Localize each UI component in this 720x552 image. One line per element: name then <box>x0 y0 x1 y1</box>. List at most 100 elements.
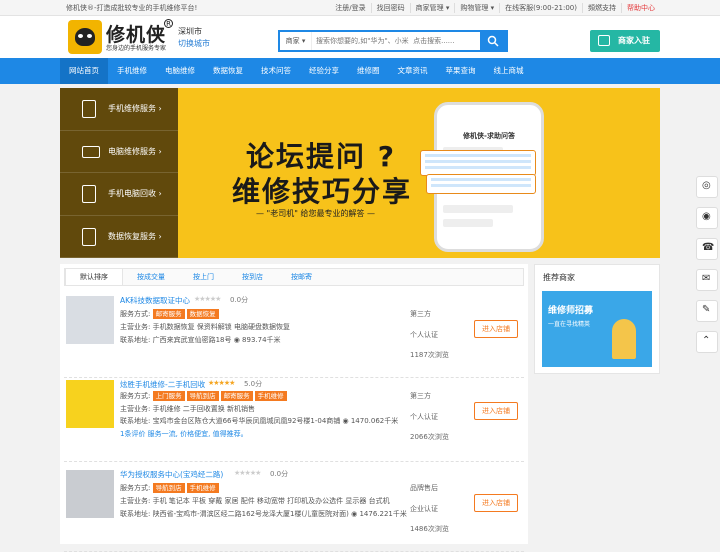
rating-stars: ★★★★★ <box>194 295 221 303</box>
service-row: 服务方式: 导航到店 手机维修 <box>120 483 221 493</box>
nav-apple-query[interactable]: 苹果查询 <box>437 58 485 84</box>
shop-name[interactable]: 炫胜手机维修-二手机回收 <box>120 379 205 390</box>
chat-bubble <box>426 174 536 194</box>
service-tag: 邮寄服务 <box>152 309 185 319</box>
phone-icon[interactable]: ☎ <box>696 238 718 260</box>
recruit-card[interactable]: 维修师招募 一直在寻找精英 <box>542 291 652 367</box>
address-row: 联系地址: 陕西省-宝鸡市-渭滨区经二路162号龙泽大厦1楼(儿童医院对面) ◉… <box>120 510 407 518</box>
worker-illustration <box>612 319 636 359</box>
current-city: 深圳市 <box>178 27 202 36</box>
join-label: 商家入驻 <box>618 36 650 45</box>
address-row: 联系地址: 宝鸡市金台区陈仓大道66号华辰凤凰城凤凰92号楼1-04商铺 ◉ 1… <box>120 417 399 425</box>
nav-articles[interactable]: 文章资讯 <box>389 58 437 84</box>
shop-item: 炫胜手机维修-二手机回收 ★★★★★ 5.0分 服务方式: 上门服务 导航到店 邮寄… <box>64 374 524 462</box>
qq-icon[interactable]: ◉ <box>696 207 718 229</box>
search-bar: 商家 ▾ <box>278 30 508 52</box>
login-link[interactable]: 注册/登录 <box>330 3 370 13</box>
service-tag: 邮寄服务 <box>220 391 253 401</box>
menu-label: 电脑维修服务 › <box>108 146 162 156</box>
laptop-icon <box>82 145 100 158</box>
service-tag: 数据恢复 <box>186 309 219 319</box>
welcome-text: 修机侠®-打造成批较专业的手机维修平台! <box>66 4 198 12</box>
merchant-menu[interactable]: 商家管理 ▾ <box>409 3 455 13</box>
menu-phone-repair[interactable]: 手机维修服务 › <box>60 88 178 131</box>
banner[interactable]: 手机维修服务 › 电脑维修服务 › 手机电脑回收 › 数据恢复服务 › 论坛提问… <box>60 88 660 258</box>
shop-thumbnail[interactable] <box>66 470 114 518</box>
tab-by-store[interactable]: 按到店 <box>228 269 277 285</box>
shopping-menu[interactable]: 购物管理 ▾ <box>454 3 499 13</box>
service-tag: 导航到店 <box>152 483 185 493</box>
chat-bubble <box>420 150 536 176</box>
service-tag: 手机维修 <box>186 483 219 493</box>
menu-recycle[interactable]: 手机电脑回收 › <box>60 173 178 216</box>
document-icon <box>82 227 96 246</box>
business-row: 主营业务: 手机数据恢复 保资料解锁 电脑硬盘数据恢复 <box>120 323 291 331</box>
shop-item: AK科技数据取证中心 ★★★★★ 0.0分 服务方式: 邮寄服务 数据恢复 主营业… <box>64 290 524 378</box>
phone-icon <box>82 100 96 118</box>
search-button[interactable] <box>480 32 506 50</box>
back-to-top-icon[interactable]: ⌃ <box>696 331 718 353</box>
chat-icon[interactable]: ✉ <box>696 269 718 291</box>
banner-headline-1: 论坛提问 ? <box>246 140 396 173</box>
rating-score: 5.0分 <box>244 380 263 388</box>
service-tag: 上门服务 <box>152 391 185 401</box>
nav-repair-circle[interactable]: 维修圈 <box>348 58 389 84</box>
edit-icon[interactable]: ✎ <box>696 300 718 322</box>
shop-type: 品牌售后 <box>410 484 438 492</box>
logo-icon[interactable] <box>68 20 102 54</box>
online-service-link[interactable]: 在线客服(9:00-21:00) <box>499 3 582 13</box>
review-row[interactable]: 1条评价 服务一流, 价格便宜, 值得推荐。 <box>120 429 248 439</box>
shop-thumbnail[interactable] <box>66 380 114 428</box>
merchant-join-button[interactable]: 商家入驻 <box>590 30 660 52</box>
wechat-icon[interactable]: ◎ <box>696 176 718 198</box>
nav-qa[interactable]: 技术问答 <box>252 58 300 84</box>
enter-shop-button[interactable]: 进入店铺 <box>474 402 518 420</box>
nav-home[interactable]: 网站首页 <box>60 58 108 84</box>
shop-list-panel: 默认排序 按成交量 按上门 按到店 按邮寄 AK科技数据取证中心 ★★★★★ 0… <box>60 264 528 552</box>
nav-online-mall[interactable]: 线上商城 <box>485 58 533 84</box>
rating-stars: ★★★★★ <box>234 469 261 477</box>
shop-name[interactable]: AK科技数据取证中心 <box>120 295 190 306</box>
switch-city-link[interactable]: 切换城市 <box>178 38 210 49</box>
help-center-link[interactable]: 帮助中心 <box>621 3 660 13</box>
top-bar: 修机侠®-打造成批较专业的手机维修平台! 注册/登录 找回密码 商家管理 ▾ 购… <box>0 0 720 16</box>
rating-score: 0.0分 <box>270 470 289 478</box>
certification: 企业认证 <box>410 505 438 513</box>
float-toolbar: ◎ ◉ ☎ ✉ ✎ ⌃ <box>696 176 720 362</box>
menu-label: 手机电脑回收 › <box>108 189 162 198</box>
support-link[interactable]: 頻燃支持 <box>582 3 621 13</box>
find-password-link[interactable]: 找回密码 <box>370 3 410 13</box>
service-menu: 手机维修服务 › 电脑维修服务 › 手机电脑回收 › 数据恢复服务 › <box>60 88 178 258</box>
search-type-select[interactable]: 商家 ▾ <box>280 32 312 50</box>
nav-data-recovery[interactable]: 数据恢复 <box>204 58 252 84</box>
phone-screen-title: 修机侠-求助问答 <box>463 132 515 140</box>
logo-slogan: 您身边的手机服务专家 <box>106 45 167 52</box>
card-title: 维修师招募 <box>548 306 594 316</box>
service-row: 服务方式: 上门服务 导航到店 邮寄服务 手机维修 <box>120 391 289 401</box>
view-count: 1486次浏览 <box>410 525 449 533</box>
card-subtitle: 一直在寻找精英 <box>548 321 591 328</box>
service-label: 服务方式: <box>120 310 151 318</box>
service-tag: 手机维修 <box>254 391 287 401</box>
tab-by-visit[interactable]: 按上门 <box>179 269 228 285</box>
enter-shop-button[interactable]: 进入店铺 <box>474 494 518 512</box>
certification: 个人认证 <box>410 413 438 421</box>
shop-thumbnail[interactable] <box>66 296 114 344</box>
tab-by-mail[interactable]: 按邮寄 <box>277 269 326 285</box>
tab-by-volume[interactable]: 按成交量 <box>123 269 179 285</box>
service-row: 服务方式: 邮寄服务 数据恢复 <box>120 309 221 319</box>
menu-data-recovery[interactable]: 数据恢复服务 › <box>60 216 178 258</box>
business-row: 主营业务: 手机维修 二手回收置换 新机销售 <box>120 405 256 413</box>
menu-pc-repair[interactable]: 电脑维修服务 › <box>60 131 178 173</box>
nav-pc-repair[interactable]: 电脑维修 <box>156 58 204 84</box>
menu-label: 数据恢复服务 › <box>108 231 162 241</box>
nav-experience[interactable]: 经验分享 <box>300 58 348 84</box>
enter-shop-button[interactable]: 进入店铺 <box>474 320 518 338</box>
tab-default[interactable]: 默认排序 <box>65 269 123 285</box>
service-label: 服务方式: <box>120 484 151 492</box>
nav-phone-repair[interactable]: 手机维修 <box>108 58 156 84</box>
store-icon <box>598 35 610 46</box>
shop-name[interactable]: 华为授权服务中心(宝鸡经二路) <box>120 469 223 480</box>
search-input[interactable] <box>316 34 476 48</box>
recycle-phone-icon <box>82 185 96 203</box>
